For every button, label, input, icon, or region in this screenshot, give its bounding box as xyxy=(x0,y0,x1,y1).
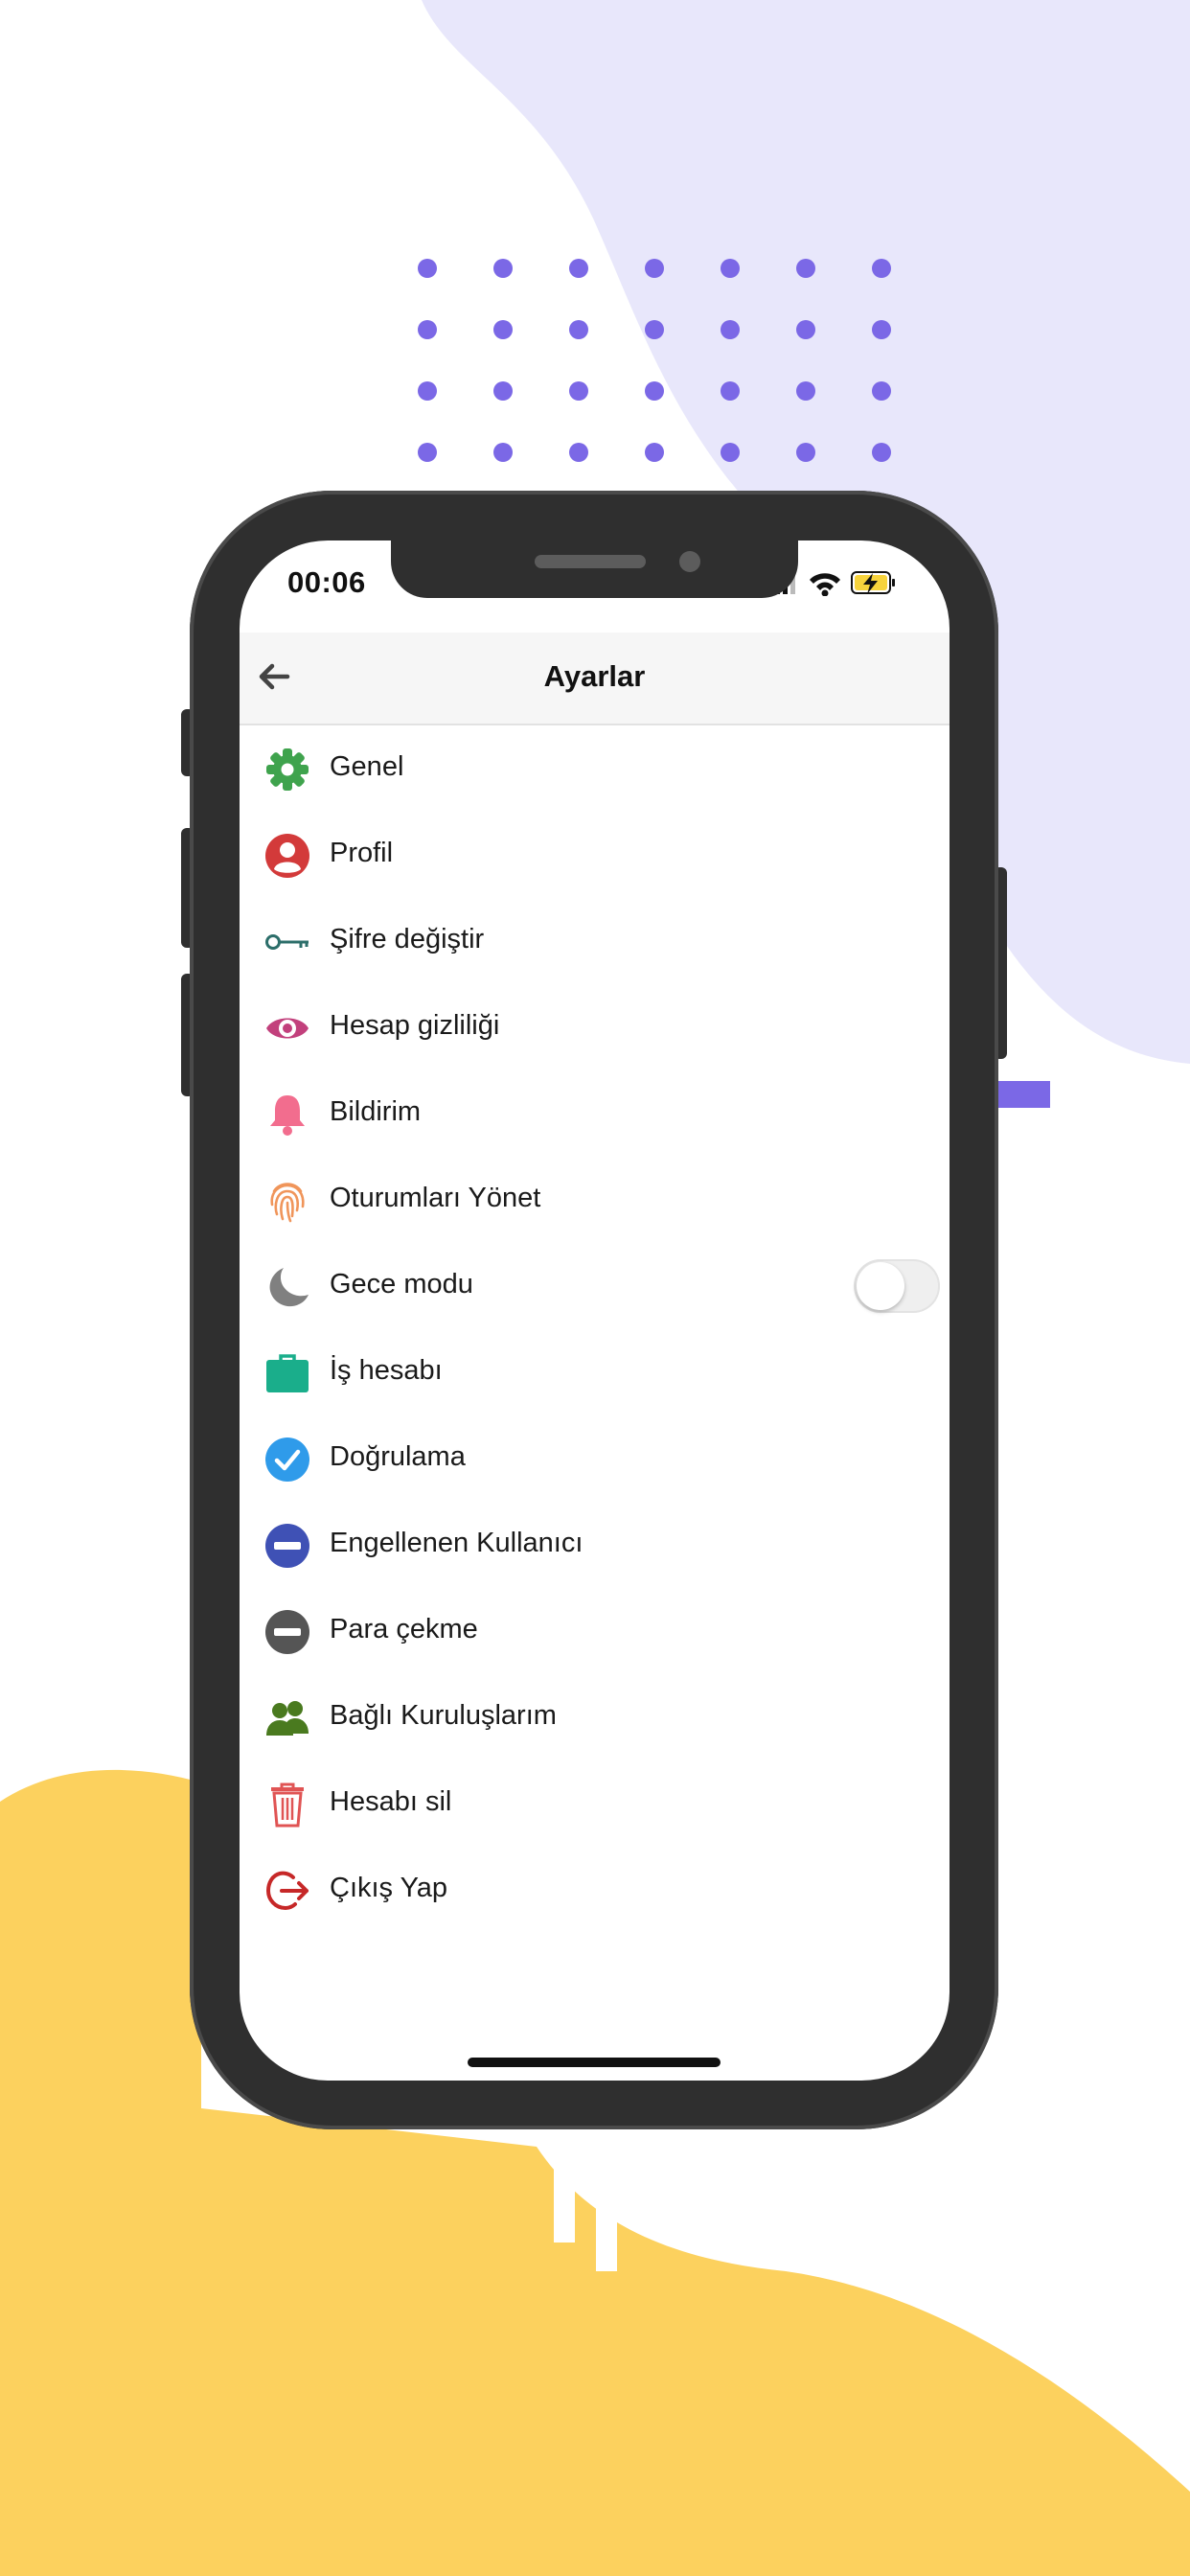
decor-dot xyxy=(796,443,815,462)
decor-dot xyxy=(569,259,588,278)
menu-item-hesabi-sil[interactable]: Hesabı sil xyxy=(240,1760,950,1845)
decor-dot xyxy=(872,259,891,278)
decor-dot xyxy=(721,443,740,462)
decor-dot xyxy=(493,259,513,278)
menu-item-genel[interactable]: Genel xyxy=(240,725,950,810)
dot-grid xyxy=(418,259,916,479)
phone-screen: 00:06 Ayarlar Genel Profil Şifre değişti… xyxy=(240,540,950,2081)
nav-header: Ayarlar xyxy=(240,632,950,725)
decor-dot xyxy=(645,381,664,401)
decor-dot xyxy=(645,320,664,339)
decor-dot xyxy=(796,381,815,401)
decor-dot xyxy=(418,443,437,462)
menu-item-label: Bildirim xyxy=(330,1096,422,1127)
menu-item-label: Gece modu xyxy=(330,1269,473,1300)
menu-item-label: Oturumları Yönet xyxy=(330,1183,541,1213)
users-icon xyxy=(266,1701,309,1736)
decor-dot xyxy=(569,381,588,401)
decor-dot xyxy=(569,320,588,339)
menu-item-label: Para çekme xyxy=(330,1614,478,1644)
decor-dot xyxy=(418,320,437,339)
minus-circle-icon xyxy=(265,1610,309,1654)
menu-item-para-cekme[interactable]: Para çekme xyxy=(240,1588,950,1672)
decor-dot xyxy=(721,259,740,278)
decor-dot xyxy=(721,320,740,339)
decor-dot xyxy=(645,259,664,278)
menu-item-sifre-degistir[interactable]: Şifre değiştir xyxy=(240,898,950,982)
menu-item-is-hesabi[interactable]: İş hesabı xyxy=(240,1329,950,1414)
menu-item-cikis-yap[interactable]: Çıkış Yap xyxy=(240,1847,950,1931)
menu-item-label: İş hesabı xyxy=(330,1355,443,1386)
decor-dot xyxy=(872,320,891,339)
menu-item-hesap-gizliligi[interactable]: Hesap gizliliği xyxy=(240,984,950,1069)
fingerprint-icon xyxy=(270,1183,305,1223)
menu-item-dogrulama[interactable]: Doğrulama xyxy=(240,1415,950,1500)
menu-item-label: Hesap gizliliği xyxy=(330,1010,500,1041)
menu-item-label: Genel xyxy=(330,751,404,782)
menu-item-gece-modu: Gece modu xyxy=(240,1243,950,1327)
status-time: 00:06 xyxy=(287,565,366,599)
block-icon xyxy=(265,1524,309,1568)
gear-icon xyxy=(266,748,309,791)
decor-dot xyxy=(493,320,513,339)
decor-dot xyxy=(872,443,891,462)
decor-dot xyxy=(796,259,815,278)
decor-dot xyxy=(493,443,513,462)
briefcase-icon xyxy=(266,1354,309,1392)
decor-dot xyxy=(872,381,891,401)
menu-item-label: Şifre değiştir xyxy=(330,924,485,954)
menu-item-label: Çıkış Yap xyxy=(330,1873,448,1903)
menu-item-label: Bağlı Kuruluşlarım xyxy=(330,1700,557,1731)
moon-icon xyxy=(269,1268,309,1307)
menu-item-engellenen-kullanici[interactable]: Engellenen Kullanıcı xyxy=(240,1502,950,1586)
decor-dot xyxy=(418,259,437,278)
logout-icon xyxy=(265,1871,309,1911)
decor-dot xyxy=(569,443,588,462)
trash-icon xyxy=(271,1782,304,1828)
menu-item-bildirim[interactable]: Bildirim xyxy=(240,1070,950,1155)
phone-speaker xyxy=(535,555,646,568)
menu-item-label: Profil xyxy=(330,838,394,868)
phone-notch xyxy=(391,540,798,598)
wifi-icon xyxy=(810,573,840,596)
decor-dot xyxy=(645,443,664,462)
key-icon xyxy=(265,934,309,950)
battery-charging-icon xyxy=(851,571,895,594)
night-mode-toggle[interactable] xyxy=(854,1259,940,1313)
decor-dot xyxy=(493,381,513,401)
decor-dot xyxy=(418,381,437,401)
toggle-knob xyxy=(857,1262,904,1310)
menu-item-label: Hesabı sil xyxy=(330,1786,452,1817)
page-title: Ayarlar xyxy=(543,659,646,693)
user-circle-icon xyxy=(265,834,309,878)
eye-icon xyxy=(266,1018,309,1039)
decor-dot xyxy=(721,381,740,401)
menu-item-label: Doğrulama xyxy=(330,1441,466,1472)
phone-camera xyxy=(679,551,700,572)
menu-item-bagli-kuruluslarim[interactable]: Bağlı Kuruluşlarım xyxy=(240,1674,950,1759)
home-indicator[interactable] xyxy=(468,2058,721,2067)
menu-item-oturumlari-yonet[interactable]: Oturumları Yönet xyxy=(240,1157,950,1241)
check-circle-icon xyxy=(265,1438,309,1482)
bell-icon xyxy=(270,1095,305,1136)
menu-item-label: Engellenen Kullanıcı xyxy=(330,1528,584,1558)
decor-dot xyxy=(796,320,815,339)
menu-item-profil[interactable]: Profil xyxy=(240,812,950,896)
